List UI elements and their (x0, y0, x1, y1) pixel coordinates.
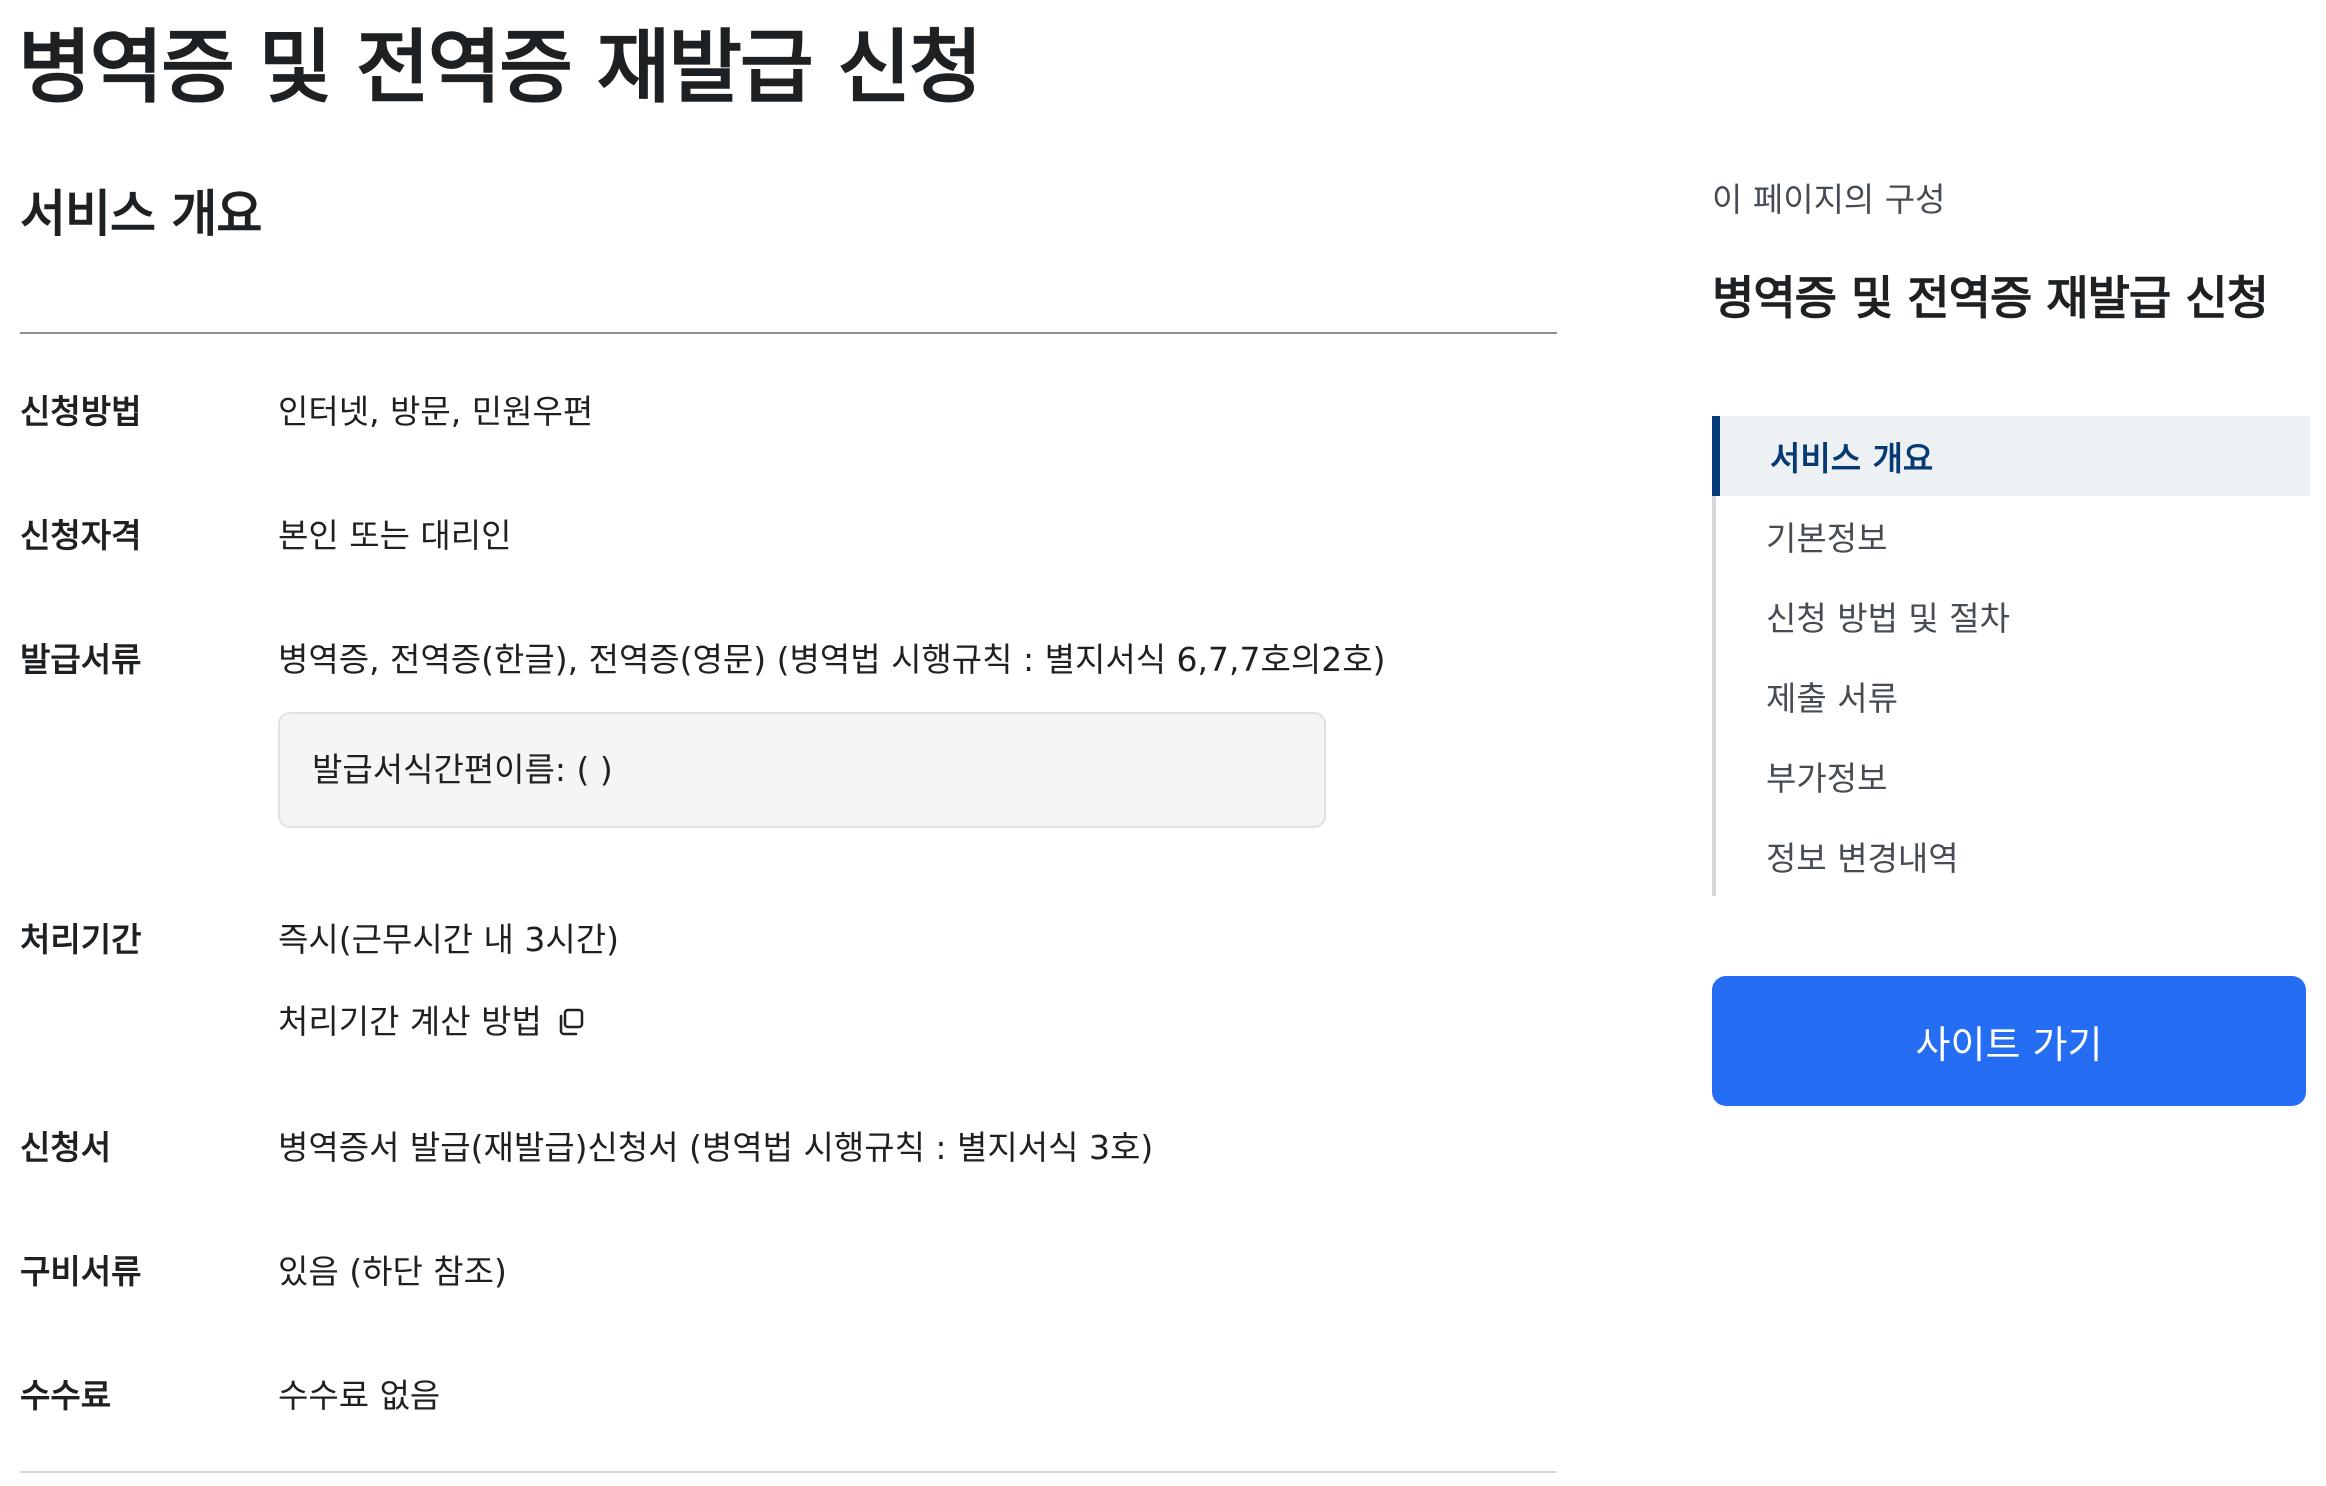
row-label: 신청서 (20, 1128, 112, 1167)
section-divider-bottom (20, 1471, 1557, 1473)
row-value: 수수료 없음 (278, 1376, 441, 1415)
row-value: 병역증서 발급(재발급)신청서 (병역법 시행규칙 : 별지서식 3호) (278, 1128, 1154, 1167)
row-value: 본인 또는 대리인 (278, 516, 512, 555)
row-label: 구비서류 (20, 1252, 142, 1291)
form-short-name-text: 발급서식간편이름: ( ) (312, 750, 613, 789)
row-value: 병역증, 전역증(한글), 전역증(영문) (병역법 시행규칙 : 별지서식 6… (278, 640, 1386, 679)
row-label: 신청방법 (20, 392, 142, 431)
row-label: 수수료 (20, 1376, 112, 1415)
section-divider-top (20, 332, 1557, 334)
go-to-site-button[interactable]: 사이트 가기 (1712, 976, 2306, 1106)
toc-item-service-overview[interactable]: 서비스 개요 (1712, 416, 2310, 496)
row-value: 즉시(근무시간 내 3시간) (278, 920, 619, 959)
processing-period-calc-link[interactable]: 처리기간 계산 방법 (278, 1000, 588, 1044)
toc-item-additional-info[interactable]: 부가정보 (1712, 736, 2310, 816)
toc-title: 병역증 및 전역증 재발급 신청 (1712, 271, 2269, 325)
row-label: 발급서류 (20, 640, 142, 679)
row-value: 인터넷, 방문, 민원우편 (278, 392, 594, 431)
row-label: 처리기간 (20, 920, 142, 959)
section-title: 서비스 개요 (20, 185, 262, 243)
toc-item-application-procedure[interactable]: 신청 방법 및 절차 (1712, 576, 2310, 656)
toc-caption: 이 페이지의 구성 (1712, 180, 1946, 219)
processing-period-calc-label: 처리기간 계산 방법 (278, 1002, 542, 1041)
toc-nav: 서비스 개요 기본정보 신청 방법 및 절차 제출 서류 부가정보 정보 변경내… (1712, 416, 2310, 896)
copy-icon (554, 1005, 588, 1039)
page-title: 병역증 및 전역증 재발급 신청 (18, 21, 983, 114)
row-label: 신청자격 (20, 516, 142, 555)
toc-item-change-history[interactable]: 정보 변경내역 (1712, 816, 2310, 896)
form-short-name-box: 발급서식간편이름: ( ) (278, 712, 1326, 828)
row-value: 있음 (하단 참조) (278, 1252, 507, 1291)
toc-item-basic-info[interactable]: 기본정보 (1712, 496, 2310, 576)
toc-item-submission-documents[interactable]: 제출 서류 (1712, 656, 2310, 736)
